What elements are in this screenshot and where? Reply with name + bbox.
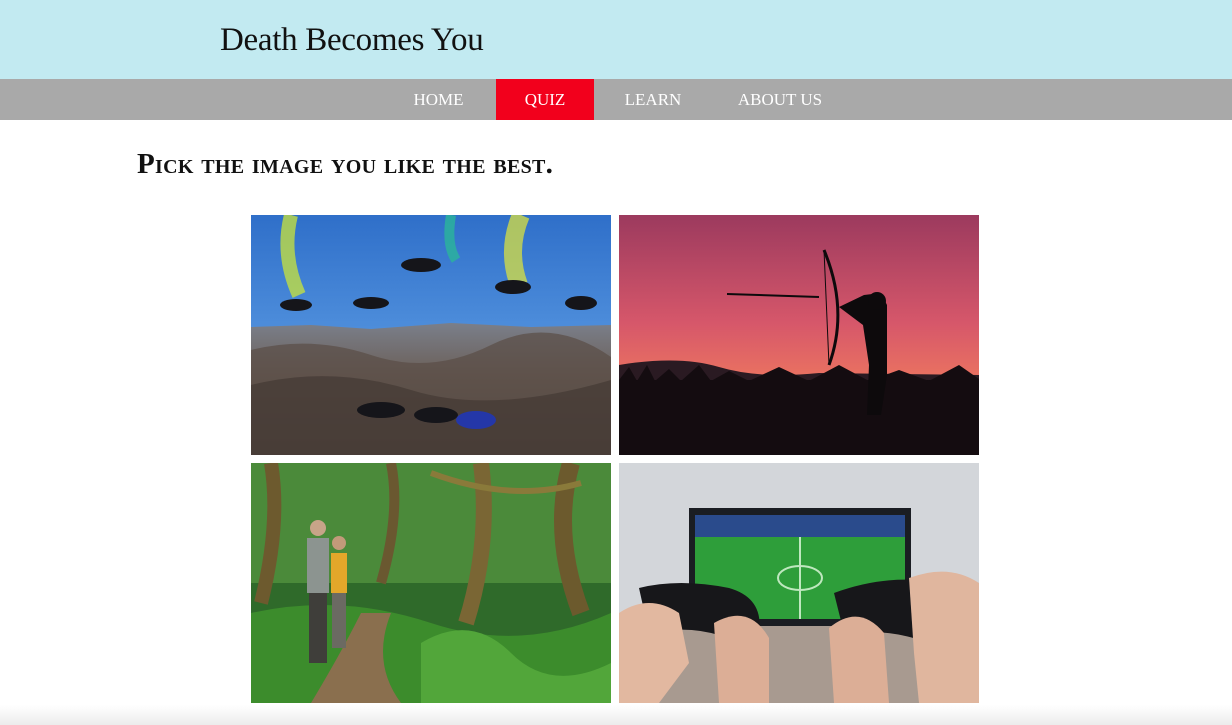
site-title[interactable]: Death Becomes You — [220, 22, 484, 59]
main-nav: HOME QUIZ LEARN ABOUT US — [0, 79, 1232, 120]
video-game-controllers-photo[interactable] — [619, 463, 979, 703]
nav-quiz[interactable]: QUIZ — [496, 79, 594, 120]
image-choice-grid — [251, 215, 979, 703]
forest-hikers-photo[interactable] — [251, 463, 611, 703]
quiz-prompt: Pick the image you like the best. — [137, 148, 554, 180]
archer-sunset-photo[interactable] — [619, 215, 979, 455]
skydivers-photo[interactable] — [251, 215, 611, 455]
nav-learn[interactable]: LEARN — [611, 79, 695, 120]
page-bottom-edge — [0, 705, 1232, 725]
site-header: Death Becomes You — [0, 0, 1232, 79]
nav-about-us[interactable]: ABOUT US — [722, 79, 838, 120]
nav-home[interactable]: HOME — [397, 79, 480, 120]
